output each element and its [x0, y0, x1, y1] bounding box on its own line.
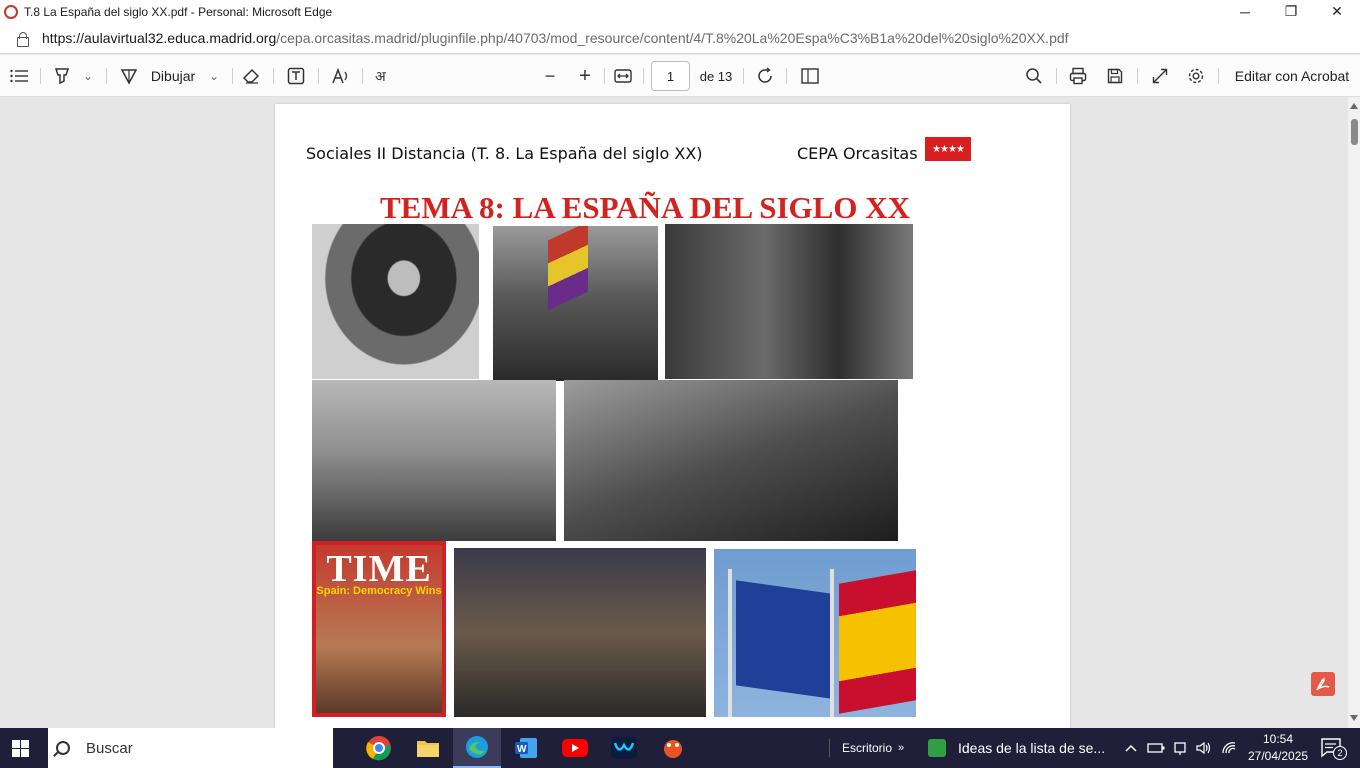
taskbar-clock[interactable]: 10:54 27/04/2025	[1248, 731, 1308, 765]
photo-alfonso-xiii	[312, 224, 479, 379]
photo-civil-war-building	[665, 224, 913, 379]
scroll-down-arrow-icon[interactable]	[1350, 715, 1358, 721]
rotate-icon[interactable]	[754, 55, 776, 97]
app-icon	[664, 740, 682, 758]
wifi-icon[interactable]	[1221, 728, 1237, 768]
scrollbar-thumb[interactable]	[1351, 119, 1358, 145]
draw-button[interactable]: Dibujar	[146, 55, 200, 97]
photo-civil-war-bridge	[312, 380, 556, 541]
taskbar-app-orange[interactable]	[649, 728, 697, 768]
fit-width-icon[interactable]	[612, 55, 634, 97]
page-total-label: de 13	[699, 68, 733, 84]
widget-item[interactable]: Ideas de la lista de se...	[928, 728, 1105, 768]
windows-start-icon[interactable]	[12, 740, 29, 757]
read-aloud-icon[interactable]	[330, 55, 352, 97]
acrobat-floating-icon[interactable]	[1311, 672, 1335, 696]
url-text[interactable]: https://aulavirtual32.educa.madrid.org/c…	[42, 30, 1069, 46]
draw-chevron-down-icon[interactable]: ⌄	[206, 55, 222, 97]
flag-pole	[830, 569, 834, 717]
pdf-viewer[interactable]: Sociales II Distancia (T. 8. La España d…	[0, 97, 1348, 728]
widget-label: Ideas de la lista de se...	[958, 740, 1106, 756]
taskbar-edge[interactable]	[453, 728, 501, 768]
translate-icon[interactable]: अ	[374, 55, 396, 97]
windows-taskbar: Buscar W Escritorio » Ideas de la lista …	[0, 728, 1360, 768]
close-button[interactable]: ✕	[1314, 0, 1360, 23]
flag-pole	[728, 569, 732, 717]
desktop-toolbar-label[interactable]: Escritorio	[842, 728, 892, 768]
time-headline: Spain: Democracy Wins	[316, 585, 442, 597]
window-titlebar: T.8 La España del siglo XX.pdf - Persona…	[0, 0, 1360, 23]
time-cover-portrait: TIME Spain: Democracy Wins	[316, 545, 442, 713]
pdf-page: Sociales II Distancia (T. 8. La España d…	[275, 104, 1070, 728]
toolbar-expand-chevron-icon[interactable]: »	[898, 728, 904, 768]
photo-eu-spain-flags	[714, 549, 916, 717]
photo-time-cover: TIME Spain: Democracy Wins	[312, 541, 446, 717]
chrome-icon	[366, 736, 391, 761]
taskbar-search[interactable]: Buscar	[48, 728, 333, 768]
highlight-icon[interactable]	[52, 55, 72, 97]
widget-icon	[928, 739, 946, 757]
photo-eec-signing	[454, 548, 706, 717]
page-header-right: CEPA Orcasitas	[797, 144, 918, 163]
taskbar-youtube[interactable]	[551, 728, 599, 768]
window-title: T.8 La España del siglo XX.pdf - Persona…	[24, 4, 333, 19]
notification-center[interactable]: 2	[1321, 728, 1347, 768]
save-icon[interactable]	[1104, 55, 1126, 97]
svg-text:W: W	[517, 744, 527, 755]
svg-text:अ: अ	[375, 69, 386, 84]
taskbar-search-placeholder: Buscar	[86, 739, 133, 757]
tray-separator	[829, 728, 830, 768]
taskbar-file-explorer[interactable]	[404, 728, 452, 768]
search-icon[interactable]	[1023, 55, 1045, 97]
address-bar[interactable]: https://aulavirtual32.educa.madrid.org/c…	[0, 23, 1360, 54]
eu-flag-image	[736, 580, 831, 699]
republican-flag-image	[548, 226, 588, 311]
clock-date: 27/04/2025	[1248, 749, 1309, 763]
taskbar-chrome[interactable]	[355, 728, 403, 768]
page-view-icon[interactable]	[799, 55, 821, 97]
clock-time: 10:54	[1262, 732, 1294, 746]
pdf-icon	[4, 4, 18, 19]
vertical-scrollbar[interactable]	[1348, 97, 1360, 728]
search-magnifier-icon	[56, 741, 70, 755]
page-number-input[interactable]: 1	[651, 61, 690, 91]
url-host: https://aulavirtual32.educa.madrid.org	[42, 30, 277, 46]
network-icon[interactable]	[1173, 728, 1187, 768]
settings-gear-icon[interactable]	[1185, 55, 1207, 97]
highlight-chevron-down-icon[interactable]: ⌄	[80, 55, 96, 97]
notification-count-badge: 2	[1333, 746, 1347, 760]
edge-icon	[466, 736, 488, 758]
add-text-icon[interactable]	[285, 55, 307, 97]
volume-icon[interactable]	[1196, 728, 1212, 768]
pdf-toolbar: ⌄ Dibujar ⌄ अ − + 1 de 13 Editar con Acr…	[0, 55, 1360, 97]
page-header-left: Sociales II Distancia (T. 8. La España d…	[306, 144, 703, 163]
folder-icon	[417, 741, 439, 757]
print-icon[interactable]	[1067, 55, 1089, 97]
youtube-icon	[562, 739, 588, 757]
url-path: /cepa.orcasitas.madrid/pluginfile.php/40…	[276, 30, 1069, 46]
taskbar-word[interactable]: W	[502, 728, 550, 768]
fullscreen-icon[interactable]	[1149, 55, 1171, 97]
window-controls: ─ ❐ ✕	[1222, 0, 1360, 23]
battery-icon[interactable]	[1147, 728, 1165, 768]
restore-button[interactable]: ❐	[1268, 0, 1314, 23]
lock-icon[interactable]	[16, 31, 29, 47]
madrid-flag-logo: ★★★★	[925, 137, 971, 161]
spain-flag-image	[839, 570, 916, 714]
taskbar-app-blue[interactable]	[600, 728, 648, 768]
zoom-out-button[interactable]: −	[540, 55, 560, 97]
zoom-in-button[interactable]: +	[575, 55, 595, 97]
app-icon	[611, 737, 637, 759]
photo-military-parade	[564, 380, 898, 541]
draw-pen-icon[interactable]	[118, 55, 140, 97]
minimize-button[interactable]: ─	[1222, 0, 1268, 23]
document-title: TEMA 8: LA ESPAÑA DEL SIGLO XX	[380, 190, 910, 225]
scroll-up-arrow-icon[interactable]	[1350, 103, 1358, 109]
photo-republic-proclamation	[493, 226, 658, 381]
show-hidden-icons-chevron-icon[interactable]	[1124, 728, 1138, 768]
contents-list-icon[interactable]	[8, 55, 30, 97]
eraser-icon[interactable]	[240, 55, 262, 97]
edit-with-acrobat-button[interactable]: Editar con Acrobat	[1230, 55, 1354, 97]
word-icon: W	[515, 738, 537, 758]
